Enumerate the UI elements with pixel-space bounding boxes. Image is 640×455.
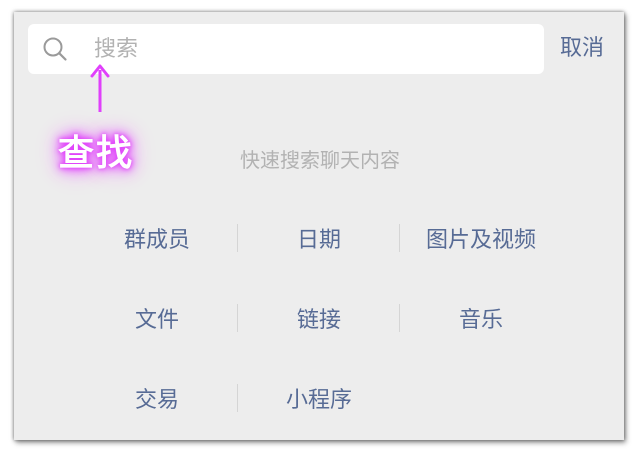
category-photos-videos[interactable]: 图片及视频 bbox=[400, 212, 562, 264]
category-row: 群成员 日期 图片及视频 bbox=[76, 212, 562, 264]
category-mini-programs[interactable]: 小程序 bbox=[238, 372, 400, 424]
category-date[interactable]: 日期 bbox=[238, 212, 400, 264]
category-files[interactable]: 文件 bbox=[76, 292, 238, 344]
category-links[interactable]: 链接 bbox=[238, 292, 400, 344]
search-icon bbox=[43, 37, 67, 61]
search-hint: 快速搜索聊天内容 bbox=[240, 148, 400, 172]
search-category-grid: 群成员 日期 图片及视频 文件 链接 音乐 交易 小程序 bbox=[76, 212, 562, 440]
category-row: 交易 小程序 bbox=[76, 372, 562, 424]
category-transactions[interactable]: 交易 bbox=[76, 372, 238, 424]
annotation-arrow-icon bbox=[90, 64, 110, 112]
cancel-button[interactable]: 取消 bbox=[560, 32, 604, 66]
search-screen: 取消 查找 快速搜索聊天内容 群成员 日期 图片及视频 文件 链接 音乐 交易 … bbox=[14, 12, 624, 440]
category-row: 文件 链接 音乐 bbox=[76, 292, 562, 344]
category-music[interactable]: 音乐 bbox=[400, 292, 562, 344]
search-input[interactable] bbox=[94, 32, 524, 66]
category-empty-slot bbox=[400, 372, 562, 424]
category-group-members[interactable]: 群成员 bbox=[76, 212, 238, 264]
